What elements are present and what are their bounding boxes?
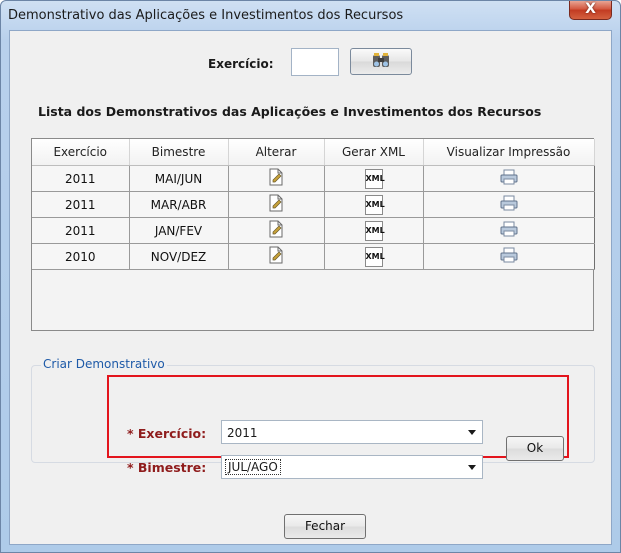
cell-gerar-xml: XML <box>324 217 424 244</box>
demonstrativos-table: Exercício Bimestre Alterar Gerar XML Vis… <box>31 138 595 331</box>
cell-alterar <box>228 165 325 192</box>
cell-bimestre: MAR/ABR <box>129 191 229 218</box>
table-row[interactable]: 2011 MAR/ABR XML <box>32 191 595 218</box>
cell-exercicio: 2011 <box>32 191 130 218</box>
criar-bimestre-label: * Bimestre: <box>127 460 207 475</box>
column-header-alterar[interactable]: Alterar <box>228 139 325 166</box>
window-title: Demonstrativo das Aplicações e Investime… <box>8 8 404 23</box>
edit-document-icon[interactable] <box>268 220 284 241</box>
list-title: Lista dos Demonstrativos das Aplicações … <box>38 104 542 119</box>
edit-document-icon[interactable] <box>268 246 284 267</box>
cell-alterar <box>228 243 325 270</box>
table-row[interactable]: 2011 MAI/JUN XML <box>32 165 595 192</box>
xml-file-icon[interactable]: XML <box>364 168 385 189</box>
xml-file-icon[interactable]: XML <box>364 220 385 241</box>
xml-icon-glyph: XML <box>365 251 385 261</box>
xml-file-icon[interactable]: XML <box>364 194 385 215</box>
criar-demonstrativo-legend: Criar Demonstrativo <box>41 357 167 371</box>
table-row[interactable]: 2011 JAN/FEV XML <box>32 217 595 244</box>
fechar-button[interactable]: Fechar <box>284 514 366 539</box>
criar-exercicio-label: * Exercício: <box>127 426 207 441</box>
cell-visualizar-impressao <box>423 165 595 192</box>
search-button[interactable] <box>350 48 412 75</box>
cell-visualizar-impressao <box>423 191 595 218</box>
close-window-button[interactable]: X <box>569 1 612 20</box>
criar-bimestre-select[interactable]: JUL/AGO <box>221 455 483 479</box>
cell-bimestre: JAN/FEV <box>129 217 229 244</box>
edit-document-icon[interactable] <box>268 168 284 189</box>
criar-exercicio-select[interactable]: 2011 <box>221 420 483 444</box>
column-header-bimestre[interactable]: Bimestre <box>129 139 229 166</box>
edit-document-icon[interactable] <box>268 194 284 215</box>
filter-exercicio-input[interactable] <box>291 48 339 76</box>
print-preview-icon[interactable] <box>500 221 518 240</box>
xml-file-icon[interactable]: XML <box>364 246 385 267</box>
table-header-row: Exercício Bimestre Alterar Gerar XML Vis… <box>32 139 595 166</box>
cell-exercicio: 2010 <box>32 243 130 270</box>
criar-bimestre-value: JUL/AGO <box>225 459 281 475</box>
highlight-box <box>107 375 569 458</box>
print-preview-icon[interactable] <box>500 169 518 188</box>
cell-visualizar-impressao <box>423 243 595 270</box>
cell-gerar-xml: XML <box>324 165 424 192</box>
cell-gerar-xml: XML <box>324 243 424 270</box>
filter-exercicio-label: Exercício: <box>208 57 274 71</box>
cell-exercicio: 2011 <box>32 217 130 244</box>
binoculars-search-icon <box>373 53 389 67</box>
column-header-visualizar-impressao[interactable]: Visualizar Impressão <box>423 139 595 166</box>
xml-icon-glyph: XML <box>365 199 385 209</box>
title-bar: Demonstrativo das Aplicações e Investime… <box>1 1 620 31</box>
column-header-exercicio[interactable]: Exercício <box>32 139 130 166</box>
criar-exercicio-value: 2011 <box>227 426 258 440</box>
cell-gerar-xml: XML <box>324 191 424 218</box>
cell-exercicio: 2011 <box>32 165 130 192</box>
cell-bimestre: NOV/DEZ <box>129 243 229 270</box>
print-preview-icon[interactable] <box>500 195 518 214</box>
ok-button[interactable]: Ok <box>506 436 564 461</box>
xml-icon-glyph: XML <box>365 173 385 183</box>
column-header-gerar-xml[interactable]: Gerar XML <box>324 139 424 166</box>
chevron-down-icon <box>468 465 476 470</box>
cell-alterar <box>228 191 325 218</box>
chevron-down-icon <box>468 430 476 435</box>
print-preview-icon[interactable] <box>500 247 518 266</box>
cell-alterar <box>228 217 325 244</box>
xml-icon-glyph: XML <box>365 225 385 235</box>
table-row[interactable]: 2010 NOV/DEZ XML <box>32 243 595 270</box>
cell-bimestre: MAI/JUN <box>129 165 229 192</box>
cell-visualizar-impressao <box>423 217 595 244</box>
close-icon: X <box>585 1 596 17</box>
